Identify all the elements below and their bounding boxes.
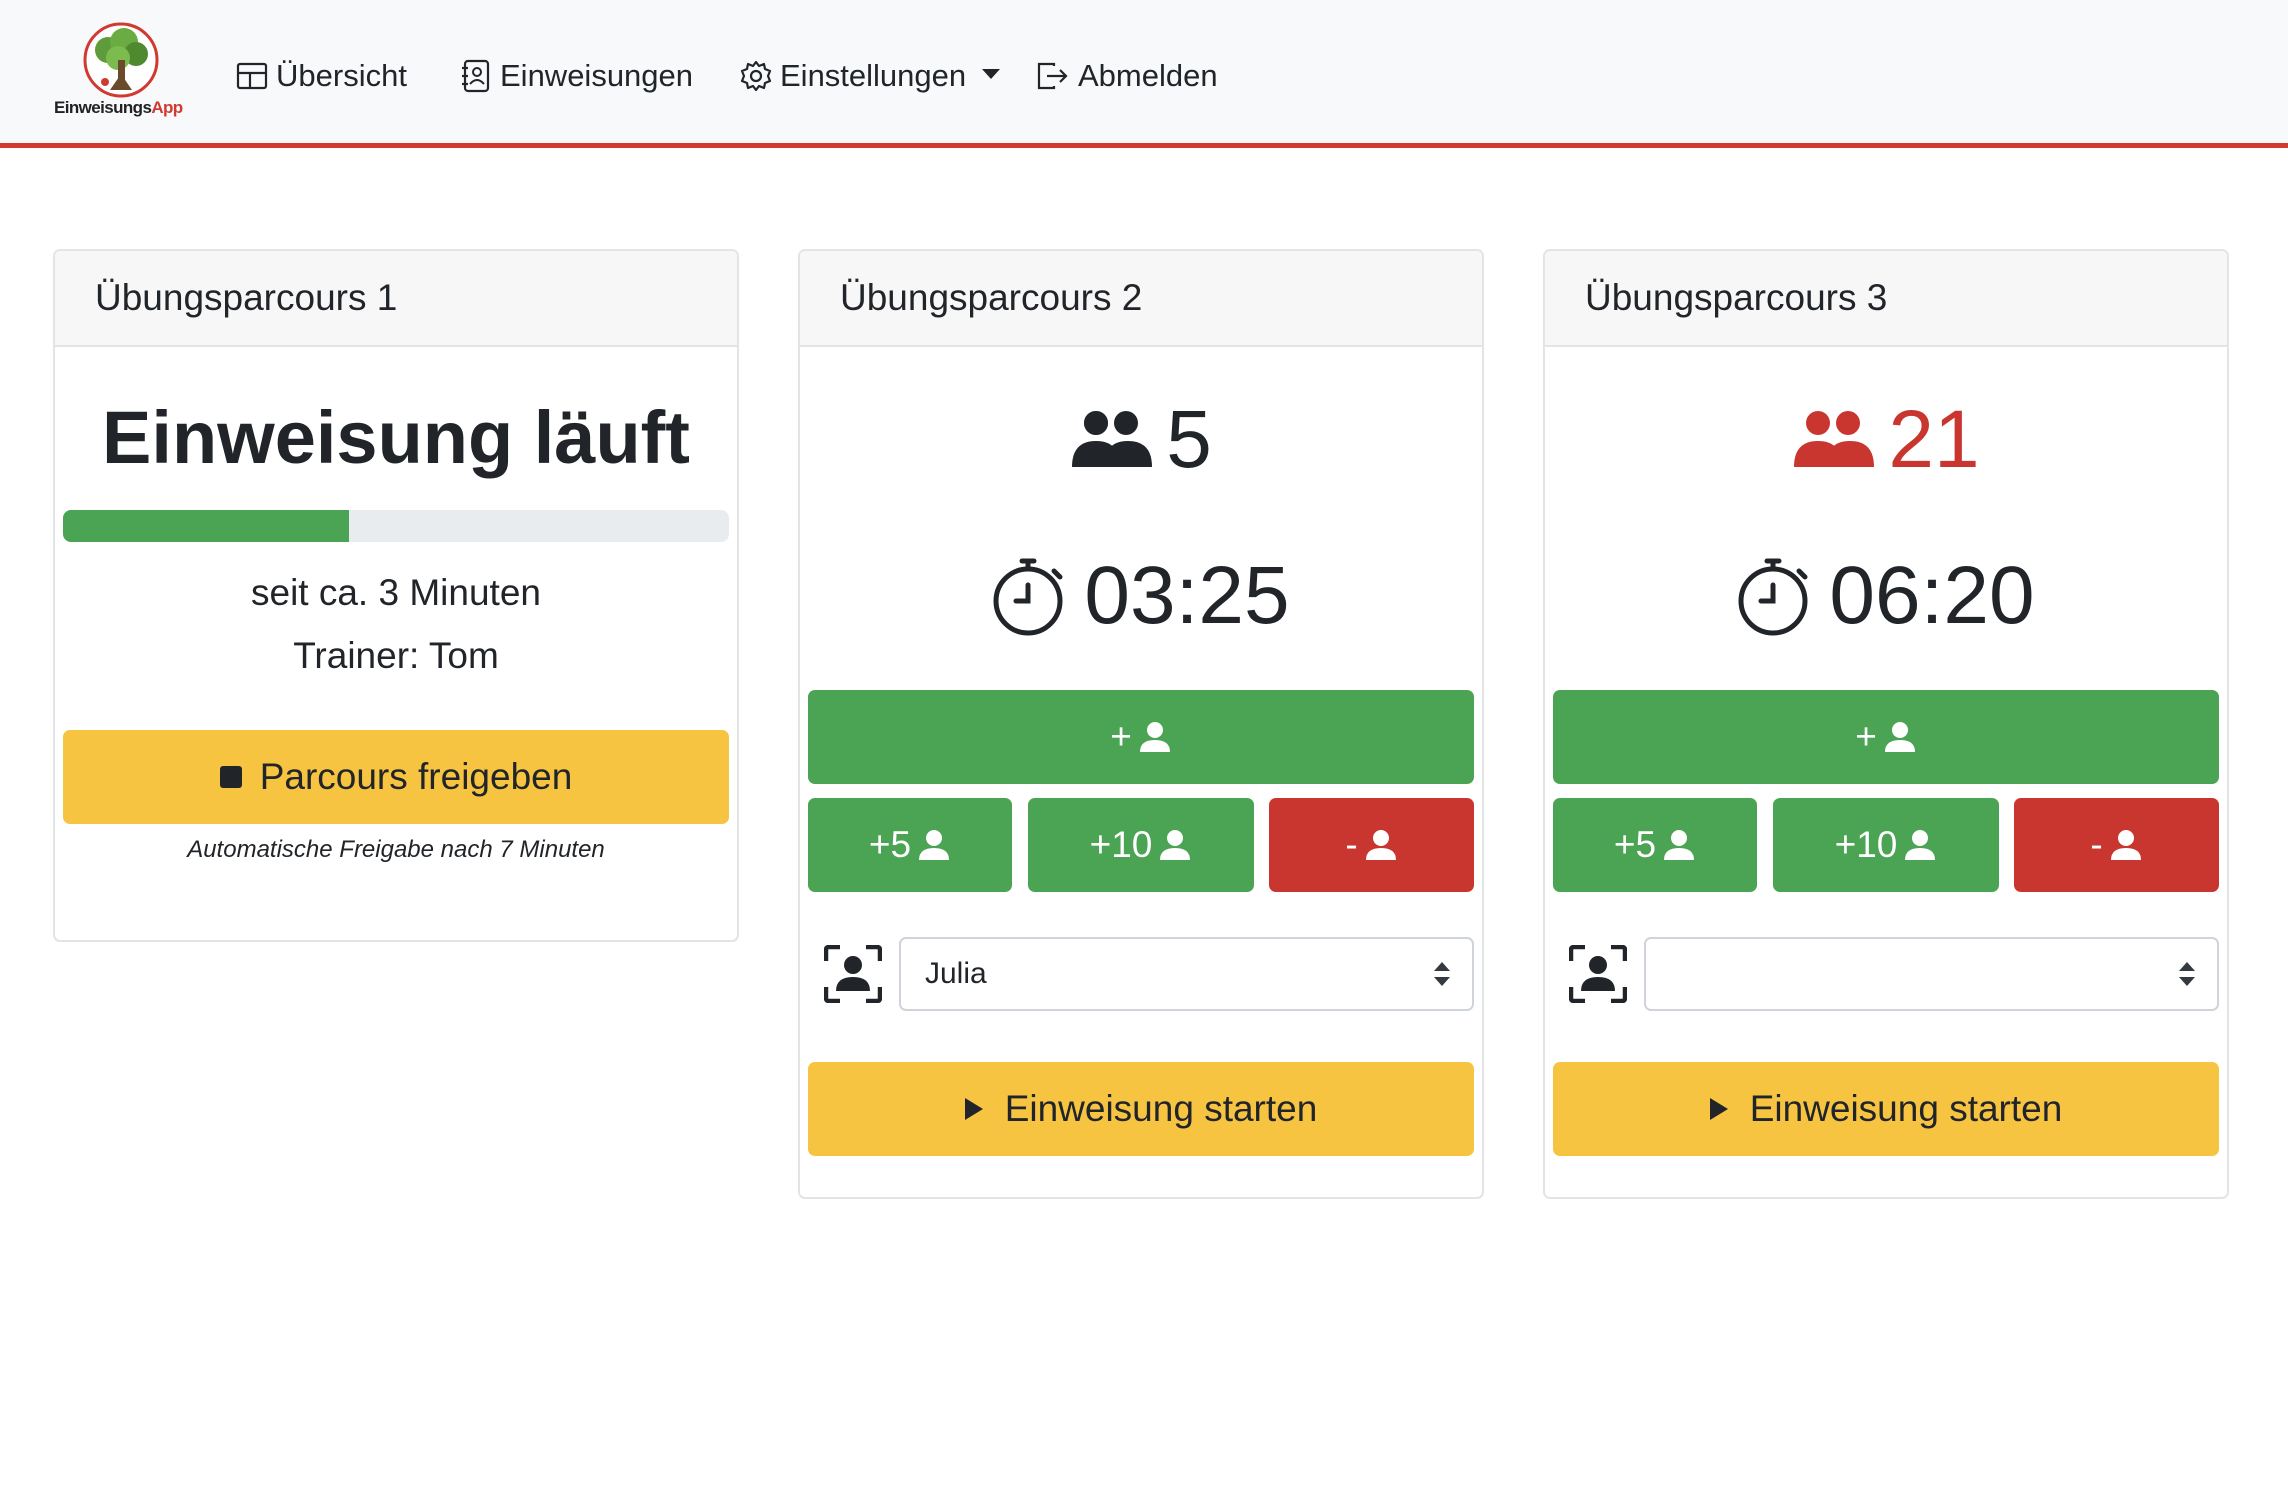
add-five-persons-button[interactable]: +5 — [1553, 798, 1757, 892]
parcours-card-3: Übungsparcours 3 21 06:20 + +5 +10 - Ein… — [1543, 249, 2229, 1199]
stop-icon — [219, 766, 242, 788]
add-ten-persons-button[interactable]: +10 — [1773, 798, 1999, 892]
users-icon — [1072, 411, 1153, 467]
add-five-label: +5 — [1613, 824, 1657, 865]
add-ten-persons-button[interactable]: +10 — [1028, 798, 1254, 892]
timer: 06:20 — [1545, 555, 2227, 637]
participant-count: 21 — [1545, 399, 2227, 481]
person-icon — [2110, 830, 2141, 860]
person-icon — [1160, 830, 1191, 860]
person-icon — [1884, 722, 1915, 752]
add-one-person-button[interactable]: + — [1553, 690, 2219, 784]
play-icon — [1709, 1098, 1728, 1120]
timer: 03:25 — [800, 555, 1482, 637]
add-five-label: +5 — [868, 824, 912, 865]
parcours-card-1: Übungsparcours 1 Einweisung läuft seit c… — [53, 249, 739, 942]
progress-bar — [63, 510, 729, 542]
remove-person-button[interactable]: - — [2014, 798, 2219, 892]
card-title: Übungsparcours 3 — [1545, 251, 2227, 347]
remove-person-button[interactable]: - — [1269, 798, 1474, 892]
timer-value: 03:25 — [1084, 550, 1290, 641]
person-icon — [1905, 830, 1936, 860]
nav-abmelden-label: Abmelden — [1078, 58, 1218, 93]
users-icon — [1794, 411, 1875, 467]
navbar: EinweisungsApp Übersicht Einweisungen Ei… — [0, 0, 2288, 148]
trainer-name: Trainer: Tom — [293, 635, 499, 676]
select-arrows-icon — [1434, 962, 1450, 986]
elapsed-time: seit ca. 3 Minuten — [251, 572, 541, 613]
tree-logo-icon — [83, 22, 159, 98]
nav-einstellungen-dropdown[interactable]: Einstellungen — [740, 54, 1001, 98]
nav-einstellungen-label: Einstellungen — [780, 58, 967, 93]
nav-uebersicht-label: Übersicht — [276, 58, 407, 93]
progress-fill — [63, 510, 350, 542]
add-one-label: + — [1855, 716, 1877, 757]
start-briefing-button[interactable]: Einweisung starten — [1553, 1062, 2219, 1156]
trainer-select-value: Julia — [925, 957, 987, 990]
nav-abmelden[interactable]: Abmelden — [1036, 54, 1218, 98]
trainer-portrait-icon — [824, 945, 882, 1003]
release-parcours-button[interactable]: Parcours freigeben — [63, 730, 729, 824]
brand-text: EinweisungsApp — [54, 98, 183, 117]
trainer-select[interactable] — [1644, 937, 2219, 1011]
timer-value: 06:20 — [1829, 550, 2035, 641]
start-briefing-label: Einweisung starten — [1004, 1088, 1318, 1129]
person-icon — [919, 830, 950, 860]
participant-count: 5 — [800, 399, 1482, 481]
release-parcours-label: Parcours freigeben — [259, 756, 573, 797]
parcours-card-2: Übungsparcours 2 5 03:25 + +5 +10 - Juli… — [798, 249, 1484, 1199]
remove-label: - — [2090, 824, 2103, 865]
status-heading: Einweisung läuft — [102, 396, 690, 479]
stopwatch-icon — [993, 558, 1063, 636]
play-icon — [964, 1098, 983, 1120]
count-value: 21 — [1888, 394, 1980, 485]
contacts-book-icon — [462, 59, 490, 93]
trainer-select[interactable]: Julia — [899, 937, 1474, 1011]
layout-icon — [236, 62, 268, 90]
add-one-label: + — [1110, 716, 1132, 757]
add-five-persons-button[interactable]: +5 — [808, 798, 1012, 892]
brand-logo[interactable]: EinweisungsApp — [50, 22, 195, 126]
nav-einweisungen-label: Einweisungen — [500, 58, 694, 93]
trainer-portrait-icon — [1569, 945, 1627, 1003]
stopwatch-icon — [1738, 558, 1808, 636]
gear-icon — [740, 60, 772, 92]
card-title: Übungsparcours 1 — [55, 251, 737, 347]
remove-label: - — [1345, 824, 1358, 865]
card-title: Übungsparcours 2 — [800, 251, 1482, 347]
person-icon — [1664, 830, 1695, 860]
person-icon — [1365, 830, 1396, 860]
add-ten-label: +10 — [1834, 824, 1898, 865]
add-one-person-button[interactable]: + — [808, 690, 1474, 784]
chevron-down-icon — [982, 69, 1001, 79]
nav-einweisungen[interactable]: Einweisungen — [460, 54, 693, 98]
nav-uebersicht[interactable]: Übersicht — [236, 54, 407, 98]
person-icon — [1139, 722, 1170, 752]
logout-icon — [1037, 62, 1068, 90]
auto-release-note: Automatische Freigabe nach 7 Minuten — [187, 836, 605, 863]
add-ten-label: +10 — [1089, 824, 1153, 865]
select-arrows-icon — [2179, 962, 2195, 986]
start-briefing-button[interactable]: Einweisung starten — [808, 1062, 1474, 1156]
count-value: 5 — [1166, 394, 1212, 485]
start-briefing-label: Einweisung starten — [1749, 1088, 2063, 1129]
